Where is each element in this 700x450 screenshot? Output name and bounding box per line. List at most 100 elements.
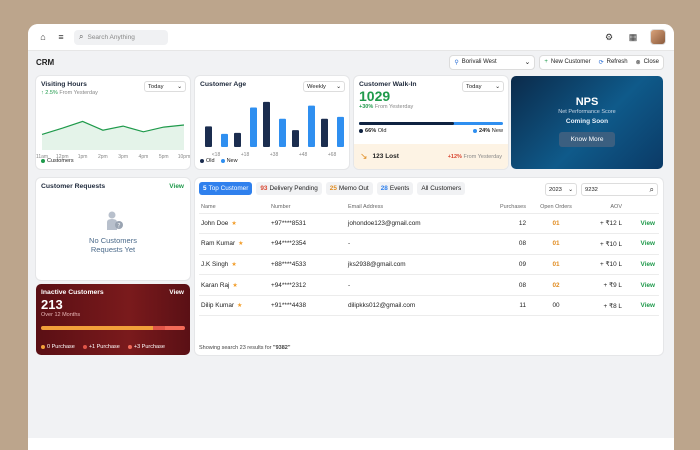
cell-orders-container: 00 xyxy=(526,295,586,317)
walk-in-period-select[interactable]: Today ⌄ xyxy=(462,81,504,92)
customer-requests-view-link[interactable]: View xyxy=(169,183,184,190)
tab-all-customers[interactable]: All Customers xyxy=(417,182,466,195)
customer-tabs: 5 Top Customer 93 Delivery Pending 25 Memo Ou… xyxy=(199,182,466,195)
table-search-input[interactable]: 9232 ⌕ xyxy=(581,183,658,196)
cell-view-container[interactable]: View xyxy=(622,213,659,235)
cell-name-container: Karan Raj ★ xyxy=(199,274,271,296)
cell-email: dilipkks012@gmail.com xyxy=(348,302,416,310)
cell-name-container: J.K Singh ★ xyxy=(199,254,271,276)
new-customer-button[interactable]: + New Customer xyxy=(540,59,594,65)
table-row[interactable]: Ram Kumar ★ +94****2354-08 01 + ₹10 L View xyxy=(199,233,659,255)
customer-age-card: Customer Age Weekly ⌄ <18 +18 +38 +48 +68 Ol… xyxy=(195,76,349,169)
location-select[interactable]: ⚲ Borivali West ⌄ xyxy=(449,54,536,70)
search-icon: ⌕ xyxy=(649,184,654,194)
row-view-link[interactable]: View xyxy=(641,261,655,268)
home-icon[interactable]: ⌂ xyxy=(36,30,50,44)
customer-age-period-select[interactable]: Weekly ⌄ xyxy=(303,81,345,92)
visiting-hours-period-select[interactable]: Today ⌄ xyxy=(144,81,186,92)
row-view-link[interactable]: View xyxy=(641,282,655,289)
inactive-legend-label: +1 Purchase xyxy=(88,344,120,350)
visiting-hours-card: Visiting Hours ↑ 2.5% From Yesterday Tod… xyxy=(36,76,190,169)
tab-delivery-pending[interactable]: 93 Delivery Pending xyxy=(256,182,322,195)
cell-email: - xyxy=(348,281,351,289)
table-row[interactable]: Karan Raj ★ +94****2312-08 02 + ₹9 L View xyxy=(199,274,659,296)
cell-name-container: Dilip Kumar ★ xyxy=(199,295,271,317)
close-icon: ⊗ xyxy=(635,59,641,66)
page-title: CRM xyxy=(36,57,55,67)
legend-customers-label: Customers xyxy=(47,158,74,164)
cell-email-container: - xyxy=(348,274,462,296)
row-view-link[interactable]: View xyxy=(641,302,655,309)
tab-events[interactable]: 28 Events xyxy=(376,182,414,195)
new-customer-label: New Customer xyxy=(550,59,591,65)
legend-dot xyxy=(82,344,87,349)
walk-in-change-value: +30% xyxy=(359,104,374,110)
cell-purchases: 08 xyxy=(518,240,526,248)
customer-age-title: Customer Age xyxy=(200,81,247,88)
inactive-legend: 0 Purchase +1 Purchase +3 Purchase xyxy=(41,344,165,350)
star-icon: ★ xyxy=(238,241,244,248)
refresh-button[interactable]: ⟳ Refresh xyxy=(595,59,632,66)
tab-label: Events xyxy=(389,185,410,192)
walk-in-change-suffix: From Yesterday xyxy=(374,104,414,110)
customer-requests-card: Customer Requests View ? No Customers Re… xyxy=(36,178,190,280)
tab-top-customer[interactable]: 5 Top Customer xyxy=(199,182,253,195)
cell-name: John Doe xyxy=(201,219,229,227)
cell-name: Karan Raj xyxy=(201,281,230,289)
menu-icon[interactable]: ≡ xyxy=(54,30,68,44)
table-row[interactable]: J.K Singh ★ +88****4533 jks2938@gmail.com 09… xyxy=(199,254,659,276)
empty-state-text: No Customers Requests Yet xyxy=(36,236,190,254)
cell-view-container[interactable]: View xyxy=(622,233,659,255)
grid-icon[interactable]: ▦ xyxy=(626,30,640,44)
cell-number-container: +91****4438 xyxy=(271,295,348,317)
row-view-link[interactable]: View xyxy=(641,240,655,247)
cell-aov: + ₹10 L xyxy=(599,261,622,269)
know-more-button[interactable]: Know More xyxy=(559,132,615,147)
cell-email: - xyxy=(348,240,351,248)
inactive-legend-item: +1 Purchase xyxy=(82,344,120,350)
cell-name-container: John Doe ★ xyxy=(199,213,271,235)
walk-in-lost-change: +12% From Yesterday xyxy=(448,154,502,160)
cell-aov-container: + ₹10 L xyxy=(586,254,622,276)
column-header: AOV xyxy=(586,202,622,214)
column-header: Name xyxy=(199,202,271,214)
search-icon: ⌕ xyxy=(79,32,84,41)
chevron-down-icon: ⌄ xyxy=(524,59,531,66)
customer-age-legend: Old New xyxy=(200,158,238,164)
inactive-customers-card: Inactive Customers View 213 Over 12 Mont… xyxy=(36,284,190,355)
cell-orders: 01 xyxy=(552,260,560,268)
cell-view-container[interactable]: View xyxy=(622,254,659,276)
inactive-legend-item: +3 Purchase xyxy=(127,344,165,350)
inactive-segment-2 xyxy=(164,326,185,330)
cell-aov-container: + ₹8 L xyxy=(586,295,622,317)
tab-memo-out[interactable]: 25 Memo Out xyxy=(325,182,373,195)
x-tick-label: 3pm xyxy=(118,154,128,160)
visiting-hours-title: Visiting Hours xyxy=(41,81,87,88)
cell-number: +97****8531 xyxy=(271,219,307,227)
tab-count: 25 xyxy=(329,185,337,192)
x-tick-label: 1pm xyxy=(78,154,88,160)
table-row[interactable]: Dilip Kumar ★ +91****4438 dilipkks012@gmail… xyxy=(199,295,659,317)
table-row[interactable]: John Doe ★ +97****8531 johondoe123@gmail.co… xyxy=(199,213,659,235)
close-button[interactable]: ⊗ Close xyxy=(632,59,663,66)
cell-view-container[interactable]: View xyxy=(622,274,659,296)
inactive-view-link[interactable]: View xyxy=(169,289,184,296)
row-view-link[interactable]: View xyxy=(641,220,655,227)
avatar[interactable] xyxy=(650,29,666,45)
cell-orders: 00 xyxy=(552,302,560,310)
bar-new-0 xyxy=(221,133,228,147)
search-input[interactable]: ⌕ Search Anything xyxy=(74,29,168,45)
walk-in-lost-value: 123 Lost xyxy=(372,153,399,160)
star-icon: ★ xyxy=(231,261,237,268)
gear-icon[interactable]: ⚙ xyxy=(602,30,616,44)
legend-old: Old xyxy=(200,158,215,164)
cell-purchases-container: 09 xyxy=(462,254,526,276)
x-tick-label: 10pm xyxy=(178,154,190,160)
cell-view-container[interactable]: View xyxy=(622,295,659,317)
walk-in-old-pct: 66% xyxy=(365,128,377,134)
tab-count: 93 xyxy=(260,185,268,192)
bar-new-1 xyxy=(250,107,257,147)
walk-in-progress xyxy=(359,122,503,125)
year-select[interactable]: 2023 ⌄ xyxy=(545,183,577,196)
bar-old-1 xyxy=(234,132,241,147)
